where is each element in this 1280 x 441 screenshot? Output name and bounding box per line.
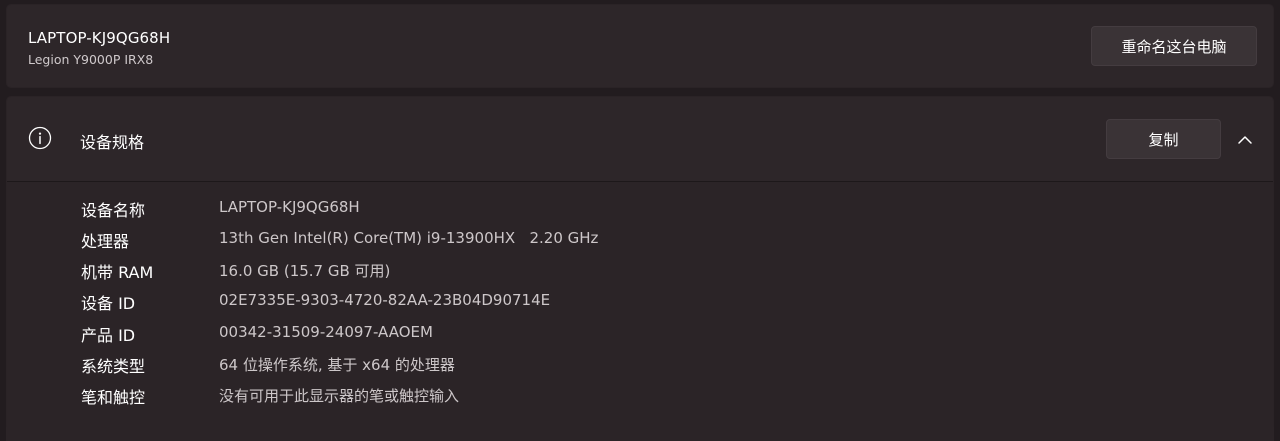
device-card: LAPTOP-KJ9QG68H Legion Y9000P IRX8 重命名这台…: [6, 4, 1274, 88]
rename-pc-button[interactable]: 重命名这台电脑: [1091, 26, 1257, 66]
spec-row-pen-touch: 笔和触控 没有可用于此显示器的笔或触控输入: [7, 380, 1273, 411]
spec-label: 产品 ID: [81, 326, 136, 345]
spec-label: 笔和触控: [81, 388, 146, 407]
spec-value[interactable]: 13th Gen Intel(R) Core(TM) i9-13900HX 2.…: [219, 229, 598, 247]
spec-label: 处理器: [81, 232, 130, 251]
spec-row-ram: 机带 RAM 16.0 GB (15.7 GB 可用): [7, 255, 1273, 286]
device-specs-header[interactable]: 设备规格 复制: [7, 97, 1273, 182]
spec-label: 设备 ID: [81, 294, 136, 313]
system-about-page: LAPTOP-KJ9QG68H Legion Y9000P IRX8 重命名这台…: [0, 0, 1280, 441]
spec-value[interactable]: 16.0 GB (15.7 GB 可用): [219, 260, 390, 281]
spec-row-device-id: 设备 ID 02E7335E-9303-4720-82AA-23B04D9071…: [7, 286, 1273, 317]
info-icon: [28, 126, 52, 150]
device-specs-title: 设备规格: [80, 133, 145, 152]
next-section-edge: [6, 427, 1274, 441]
spec-value[interactable]: 00342-31509-24097-AAOEM: [219, 323, 433, 341]
spec-row-device-name: 设备名称 LAPTOP-KJ9QG68H: [7, 193, 1273, 224]
copy-button[interactable]: 复制: [1106, 119, 1221, 159]
device-name: LAPTOP-KJ9QG68H: [28, 29, 171, 47]
device-model: Legion Y9000P IRX8: [28, 52, 154, 67]
spec-row-product-id: 产品 ID 00342-31509-24097-AAOEM: [7, 318, 1273, 349]
spec-label: 系统类型: [81, 357, 146, 376]
spec-row-system-type: 系统类型 64 位操作系统, 基于 x64 的处理器: [7, 349, 1273, 380]
device-specs-section: 设备规格 复制 设备名称 LAPTOP-KJ9QG68H 处理器 13th Ge…: [6, 96, 1274, 432]
spec-label: 设备名称: [81, 201, 146, 220]
spec-value[interactable]: 02E7335E-9303-4720-82AA-23B04D90714E: [219, 291, 550, 309]
chevron-up-icon[interactable]: [1235, 130, 1255, 150]
spec-value[interactable]: LAPTOP-KJ9QG68H: [219, 198, 360, 216]
spec-label: 机带 RAM: [81, 263, 154, 282]
spec-value[interactable]: 没有可用于此显示器的笔或触控输入: [219, 385, 459, 406]
spec-row-processor: 处理器 13th Gen Intel(R) Core(TM) i9-13900H…: [7, 224, 1273, 255]
spec-value[interactable]: 64 位操作系统, 基于 x64 的处理器: [219, 354, 455, 375]
